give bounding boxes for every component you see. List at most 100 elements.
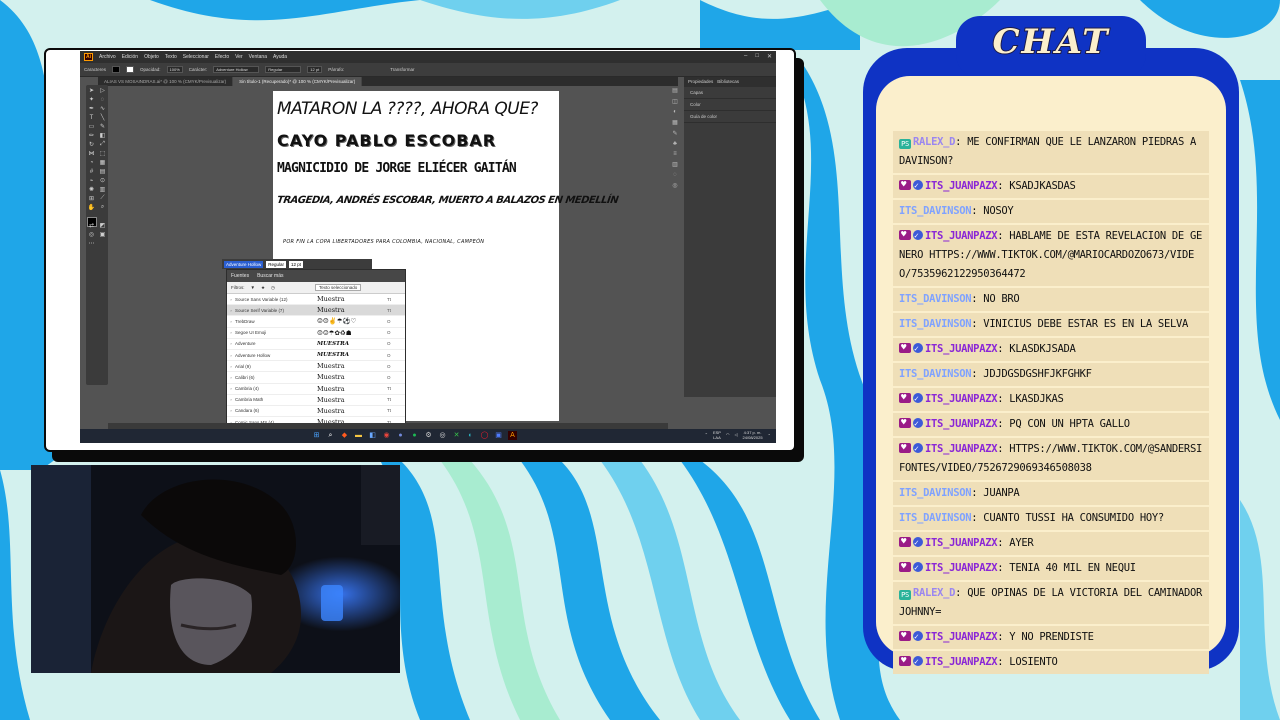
font-row[interactable]: › Source Serif Variable (7) Muestra Tt	[227, 305, 405, 317]
graph-tool-icon[interactable]: ▥	[98, 186, 107, 193]
appearance-icon[interactable]: ◎	[672, 182, 677, 189]
menu-efecto[interactable]: Efecto	[215, 54, 229, 60]
shape-builder-icon[interactable]: ◔	[87, 159, 96, 166]
scale-tool-icon[interactable]: ⤢	[98, 141, 107, 148]
chat-username[interactable]: RALEX_D	[913, 136, 955, 148]
expand-chevron-icon[interactable]: ›	[227, 297, 235, 302]
menu-ventana[interactable]: Ventana	[249, 54, 267, 60]
panel-color[interactable]: Color	[684, 99, 776, 111]
font-row[interactable]: › Cambria (4) Muestra Tt	[227, 384, 405, 395]
maximize-icon[interactable]: □	[755, 53, 759, 60]
curvature-tool-icon[interactable]: ∿	[98, 105, 107, 112]
font-row[interactable]: › Candara (6) Muestra Tt	[227, 406, 405, 418]
slice-tool-icon[interactable]: ⟋	[98, 195, 107, 202]
expand-chevron-icon[interactable]: ›	[227, 353, 235, 358]
font-style-field[interactable]: Regular	[265, 66, 302, 73]
paintbrush-icon[interactable]: ✎	[98, 123, 107, 130]
clock[interactable]: 4:37 p. m. 24/08/2025	[743, 430, 763, 440]
font-row[interactable]: › Calibri (6) Muestra O	[227, 372, 405, 384]
eraser-icon[interactable]: ◧	[98, 132, 107, 139]
edge-icon[interactable]: ◐	[466, 431, 475, 440]
artboard-text-line-5[interactable]: POR FIN LA COPA LIBERTADORES PARA COLOMB…	[283, 239, 484, 245]
font-size-field[interactable]: 12 pt	[307, 66, 323, 73]
direct-selection-tool-icon[interactable]: ▷	[98, 87, 107, 94]
rotate-tool-icon[interactable]: ↻	[87, 141, 96, 148]
expand-chevron-icon[interactable]: ›	[227, 330, 235, 335]
hand-tool-icon[interactable]: ✋	[87, 204, 96, 211]
gradient-icon[interactable]: ▥	[672, 161, 678, 168]
tab-fonts[interactable]: Fuentes	[231, 273, 249, 279]
recent-clock-icon[interactable]: ◷	[271, 285, 275, 291]
expand-chevron-icon[interactable]: ›	[227, 341, 235, 346]
panel-layers[interactable]: Capas	[684, 87, 776, 99]
favorites-star-icon[interactable]: ★	[261, 285, 265, 291]
expand-chevron-icon[interactable]: ›	[227, 375, 235, 380]
tab-libraries[interactable]: Bibliotecas	[717, 79, 739, 85]
artboard-text-line-1[interactable]: MATARON LA ????, AHORA QUE?	[277, 99, 538, 119]
chat-username[interactable]: ITS_JUANPAZX	[925, 562, 998, 574]
zoom-tool-icon[interactable]: ⌕	[98, 204, 107, 211]
tab-properties[interactable]: Propiedades	[688, 79, 713, 85]
artboard-text-line-3[interactable]: MAGNICIDIO DE JORGE ELIÉCER GAITÁN	[277, 161, 517, 176]
chat-username[interactable]: ITS_JUANPAZX	[925, 180, 998, 192]
obs-icon[interactable]: ◎	[438, 431, 447, 440]
opacity-field[interactable]: 100%	[166, 66, 183, 73]
stroke-swatch[interactable]	[126, 66, 135, 73]
filter-icon[interactable]: ▼	[251, 285, 255, 290]
tray-chevron-icon[interactable]: ⌃	[705, 433, 708, 438]
more-tools-icon[interactable]: ⋯	[87, 240, 96, 247]
artboard-tool-icon[interactable]: ⊞	[87, 195, 96, 202]
chat-username[interactable]: ITS_DAVINSON	[899, 293, 972, 305]
font-family-field[interactable]: Adventure Hollow	[213, 66, 260, 73]
font-row[interactable]: › Adventure MUESTRA O	[227, 339, 405, 350]
magic-wand-icon[interactable]: ✦	[87, 96, 96, 103]
wifi-icon[interactable]: ◠	[726, 433, 730, 438]
menu-texto[interactable]: Texto	[165, 54, 177, 60]
symbol-sprayer-icon[interactable]: ✺	[87, 186, 96, 193]
menu-seleccionar[interactable]: Seleccionar	[183, 54, 209, 60]
chat-username[interactable]: ITS_DAVINSON	[899, 512, 972, 524]
opera-icon[interactable]: ◯	[480, 431, 489, 440]
eyedropper-icon[interactable]: ⌁	[87, 177, 96, 184]
store-icon[interactable]: ◧	[368, 431, 377, 440]
menu-ayuda[interactable]: Ayuda	[273, 54, 287, 60]
windows-start-icon[interactable]: ⊞	[312, 431, 321, 440]
spotify-icon[interactable]: ●	[410, 431, 419, 440]
chat-username[interactable]: ITS_JUANPAZX	[925, 418, 998, 430]
menu-ver[interactable]: Ver	[235, 54, 243, 60]
chat-username[interactable]: ITS_JUANPAZX	[925, 537, 998, 549]
default-colors-icon[interactable]: ◩	[98, 222, 107, 229]
preview-text-dropdown[interactable]: Texto seleccionado	[314, 284, 362, 291]
app-window-icon[interactable]: ▣	[494, 431, 503, 440]
expand-chevron-icon[interactable]: ›	[227, 364, 235, 369]
menu-archivo[interactable]: Archivo	[99, 54, 116, 60]
font-size-input[interactable]: 12 pt	[289, 260, 304, 268]
pen-tool-icon[interactable]: ✒	[87, 105, 96, 112]
settings-gear-icon[interactable]: ⚙	[424, 431, 433, 440]
swatches-icon[interactable]: ▦	[672, 119, 678, 126]
expand-chevron-icon[interactable]: ›	[227, 386, 235, 391]
expand-chevron-icon[interactable]: ›	[227, 397, 235, 402]
transparency-icon[interactable]: ◌	[673, 172, 677, 178]
font-name-input[interactable]: Adventure Hollow	[224, 260, 264, 268]
lasso-icon[interactable]: ◌	[98, 96, 107, 103]
menu-edicion[interactable]: Edición	[122, 54, 138, 60]
search-icon[interactable]: ⌕	[326, 431, 335, 440]
discord-icon[interactable]: ●	[396, 431, 405, 440]
chat-username[interactable]: ITS_JUANPAZX	[925, 631, 998, 643]
chrome-icon[interactable]: ◉	[382, 431, 391, 440]
volume-icon[interactable]: ◁	[734, 433, 737, 438]
blend-tool-icon[interactable]: ⊙	[98, 177, 107, 184]
panel-color-guide[interactable]: Guía de color	[684, 111, 776, 123]
symbols-icon[interactable]: ♣	[673, 141, 677, 147]
file-explorer-icon[interactable]: ▬	[354, 431, 363, 440]
transform-label[interactable]: Transformar	[390, 67, 414, 72]
chat-username[interactable]: ITS_DAVINSON	[899, 487, 972, 499]
chat-username[interactable]: ITS_JUANPAZX	[925, 443, 998, 455]
color-icon[interactable]: ◐	[673, 109, 677, 115]
menu-objeto[interactable]: Objeto	[144, 54, 159, 60]
font-row[interactable]: › Arial (9) Muestra O	[227, 361, 405, 373]
language-indicator[interactable]: ESP LAA	[713, 430, 721, 440]
line-tool-icon[interactable]: ╲	[98, 114, 107, 121]
font-row[interactable]: › Source Sans Variable (12) Muestra Tt	[227, 294, 405, 306]
